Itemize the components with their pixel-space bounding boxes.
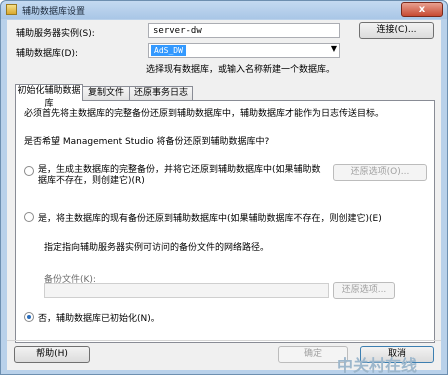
network-path-hint: 指定指向辅助服务器实例可访问的备份文件的网络路径。	[44, 243, 270, 253]
dialog-window: 辅助数据库设置 x 辅助服务器实例(S): server-dw 连接(C)...…	[0, 0, 448, 375]
database-selected-value: AdS_DW	[151, 45, 186, 56]
option-existing-backup-label[interactable]: 是，将主数据库的现有备份还原到辅助数据库中(如果辅助数据库不存在，则创建它)(E…	[38, 211, 382, 224]
dialog-body: 辅助服务器实例(S): server-dw 连接(C)... 辅助数据库(D):…	[7, 20, 441, 375]
footer-divider	[7, 340, 441, 341]
watermark-logo: 中关村在线	[337, 356, 418, 375]
initialize-panel: 必须首先将主数据库的完整备份还原到辅助数据库中，辅助数据库才能作为日志传送目标。…	[15, 100, 435, 343]
option-existing-backup-radio[interactable]	[24, 212, 34, 222]
server-field: server-dw	[148, 23, 340, 38]
restore-options-button-2[interactable]: 还原选项...	[333, 282, 395, 299]
server-label: 辅助服务器实例(S):	[16, 29, 95, 39]
chevron-down-icon[interactable]: ▼	[331, 44, 337, 53]
restore-options-button-1[interactable]: 还原选项(O)...	[333, 164, 427, 181]
database-select[interactable]: AdS_DW ▼	[148, 43, 340, 58]
title-bar[interactable]: 辅助数据库设置 x	[1, 1, 447, 19]
option-already-initialized-label[interactable]: 否，辅助数据库已初始化(N)。	[38, 311, 160, 324]
tab-restore-log[interactable]: 还原事务日志	[129, 86, 193, 100]
database-hint: 选择现有数据库，或输入名称新建一个数据库。	[146, 65, 336, 75]
option-already-initialized-radio[interactable]	[24, 312, 34, 322]
database-label: 辅助数据库(D):	[16, 49, 78, 59]
help-button[interactable]: 帮助(H)	[14, 346, 90, 363]
window-title: 辅助数据库设置	[22, 7, 86, 17]
close-button[interactable]: x	[401, 2, 443, 17]
backup-file-input[interactable]	[44, 283, 329, 298]
intro-text: 必须首先将主数据库的完整备份还原到辅助数据库中，辅助数据库才能作为日志传送目标。	[24, 109, 385, 119]
option-full-backup-label[interactable]: 是，生成主数据库的完整备份，并将它还原到辅助数据库中(如果辅助数据库不存在，则创…	[38, 165, 326, 187]
question-text: 是否希望 Management Studio 将备份还原到辅助数据库中?	[24, 137, 270, 147]
connect-button[interactable]: 连接(C)...	[359, 22, 434, 39]
tab-copy-files[interactable]: 复制文件	[82, 86, 130, 100]
tab-initialize[interactable]: 初始化辅助数据库	[15, 84, 83, 109]
option-full-backup-radio[interactable]	[24, 166, 34, 176]
app-icon	[6, 4, 17, 15]
